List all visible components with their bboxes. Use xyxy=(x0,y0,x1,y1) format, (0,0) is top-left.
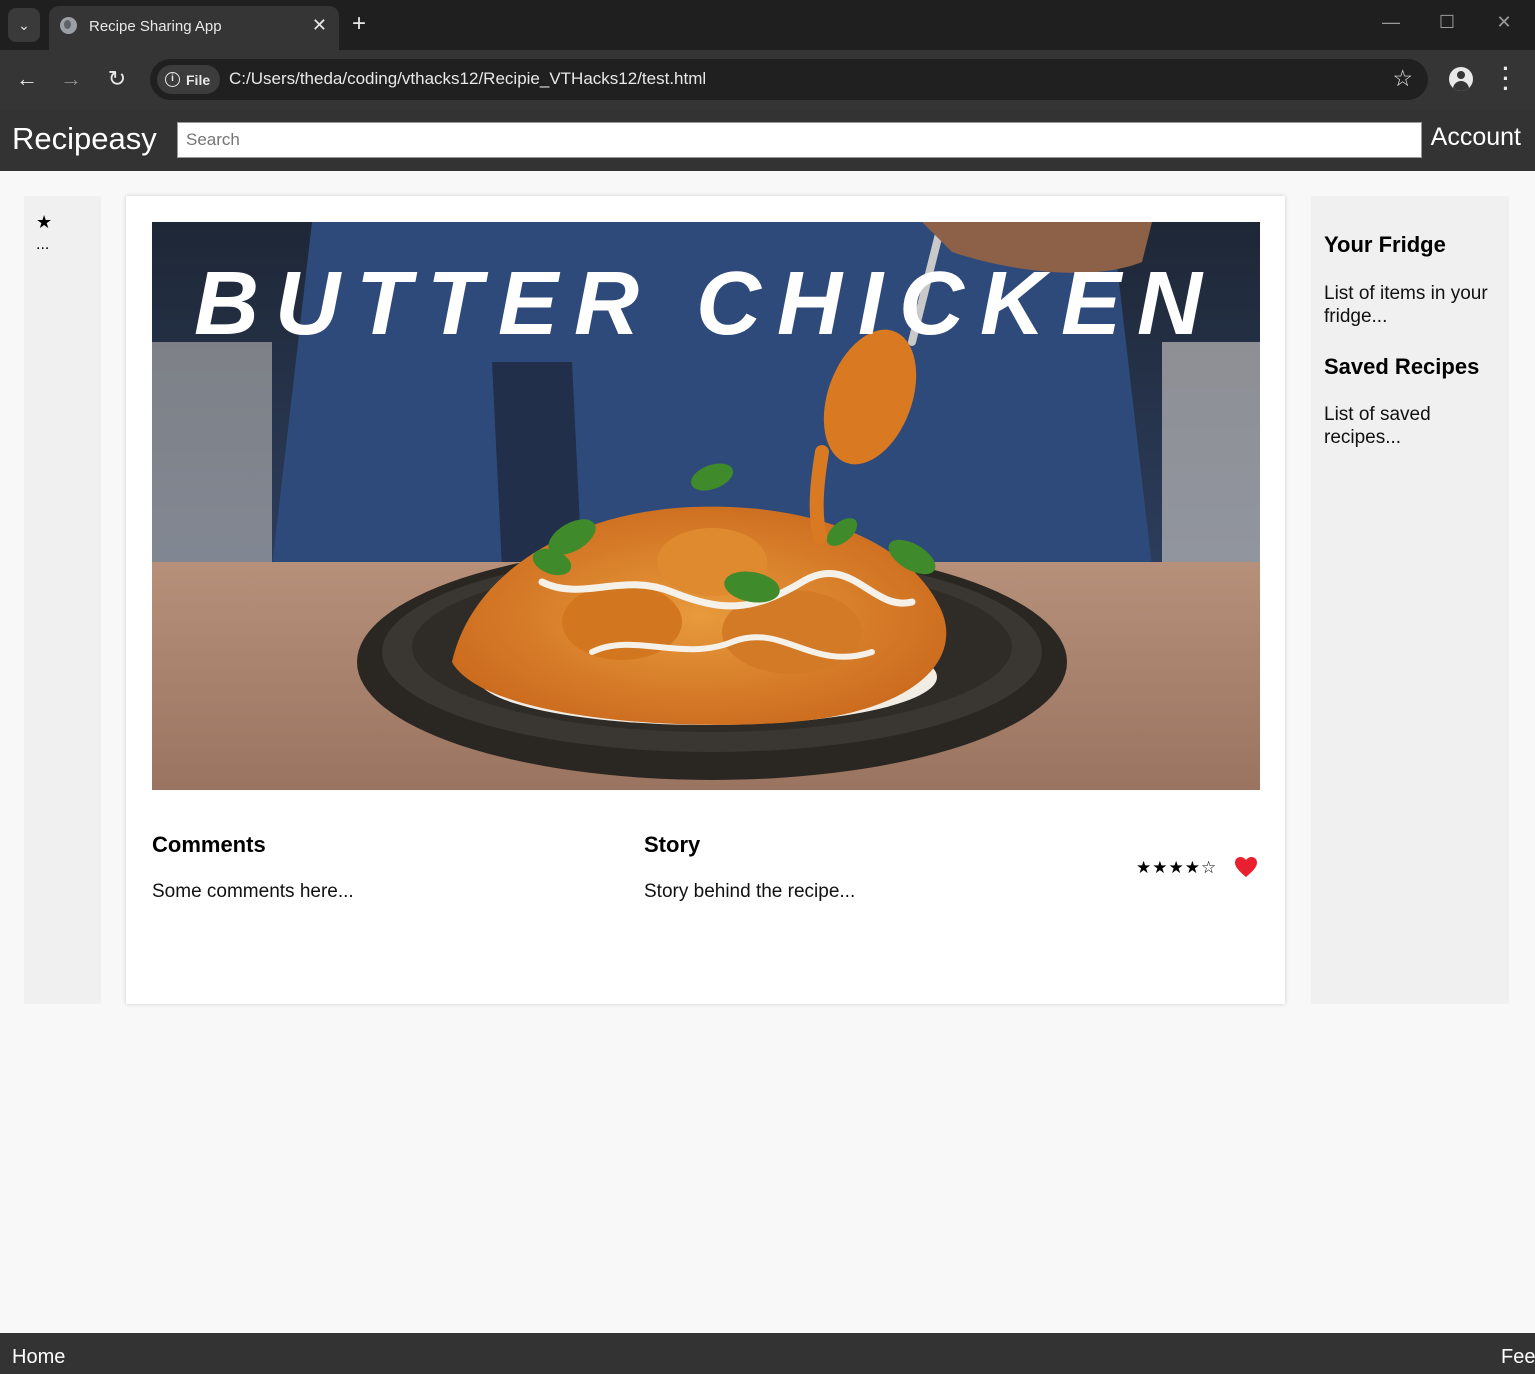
plus-icon[interactable]: + xyxy=(352,10,366,38)
info-icon: i xyxy=(165,72,180,87)
site-chip-label: File xyxy=(186,71,211,88)
brand-logo[interactable]: Recipeasy xyxy=(12,121,157,157)
favorite-icon[interactable]: ★ xyxy=(36,212,52,233)
star-outline-icon[interactable]: ☆ xyxy=(1392,65,1413,92)
account-link[interactable]: Account xyxy=(1431,123,1521,152)
fridge-heading: Your Fridge xyxy=(1324,232,1446,257)
app-header: Recipeasy Account xyxy=(0,109,1535,171)
browser-tab[interactable]: Recipe Sharing App ✕ xyxy=(49,6,339,50)
saved-recipes-heading: Saved Recipes xyxy=(1324,354,1480,379)
tab-title: Recipe Sharing App xyxy=(89,18,222,35)
browser-toolbar: ← → ↻ i File C:/Users/theda/coding/vthac… xyxy=(0,50,1535,109)
person-icon[interactable] xyxy=(1449,67,1473,91)
footer-nav: Home Fee xyxy=(0,1333,1535,1374)
chevron-down-icon[interactable]: ⌄ xyxy=(8,8,40,42)
site-info-chip[interactable]: i File xyxy=(157,65,221,94)
story-text: Story behind the recipe... xyxy=(644,881,856,902)
globe-icon xyxy=(60,17,77,34)
butter-chicken-photo: BUTTER CHICKEN xyxy=(152,222,1260,790)
url-text[interactable]: C:/Users/theda/coding/vthacks12/Recipie_… xyxy=(229,69,706,89)
browser-tab-strip: ⌄ Recipe Sharing App ✕ + — ☐ ✕ xyxy=(0,0,1535,50)
arrow-right-icon[interactable]: → xyxy=(57,66,85,92)
story-heading: Story xyxy=(644,832,701,857)
arrow-left-icon[interactable]: ← xyxy=(13,66,41,92)
minimize-icon[interactable]: — xyxy=(1376,12,1406,33)
recipe-image: BUTTER CHICKEN xyxy=(152,222,1260,790)
footer-feed-link[interactable]: Fee xyxy=(1501,1346,1535,1369)
fridge-text: List of items in your fridge... xyxy=(1324,283,1488,327)
kebab-icon[interactable]: · · · xyxy=(1496,58,1516,100)
hero-title: BUTTER CHICKEN xyxy=(194,254,1218,354)
address-bar[interactable]: i File C:/Users/theda/coding/vthacks12/R… xyxy=(150,59,1428,100)
recipe-card: BUTTER CHICKEN Comments Some comments he… xyxy=(126,196,1285,1004)
comments-text: Some comments here... xyxy=(152,881,354,902)
maximize-icon[interactable]: ☐ xyxy=(1432,12,1462,33)
comments-heading: Comments xyxy=(152,832,266,857)
close-icon[interactable]: ✕ xyxy=(1489,12,1519,33)
footer-home-link[interactable]: Home xyxy=(12,1346,65,1369)
close-icon[interactable]: ✕ xyxy=(312,15,327,36)
reload-icon[interactable]: ↻ xyxy=(103,66,131,92)
star-rating[interactable]: ★★★★☆ xyxy=(1136,858,1217,878)
heart-icon[interactable] xyxy=(1234,856,1258,878)
left-rail: ★ ... xyxy=(24,196,101,1004)
more-icon[interactable]: ... xyxy=(36,236,49,254)
search-input[interactable] xyxy=(177,122,1422,158)
right-sidebar: Your Fridge List of items in your fridge… xyxy=(1311,196,1509,1004)
saved-recipes-text: List of saved recipes... xyxy=(1324,404,1431,448)
